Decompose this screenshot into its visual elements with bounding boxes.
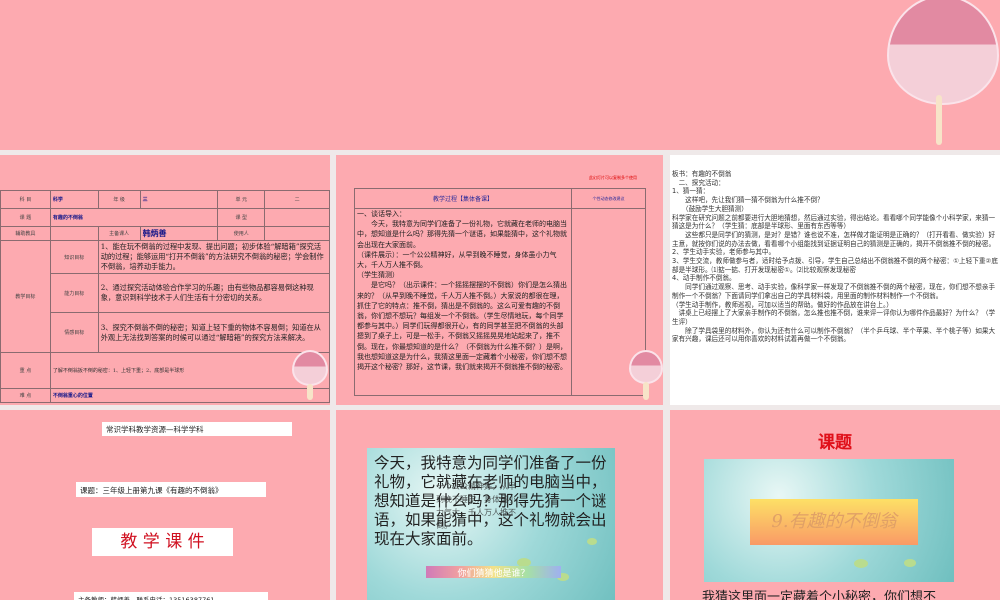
value xyxy=(264,208,330,227)
line: 2、学生动手实验，老师参与其中。 xyxy=(672,248,776,257)
slide-text: 我猜这里面一定藏着个小秘密，你们想不 xyxy=(702,590,937,600)
slide-4-inquiry-activity[interactable]: 板书：有趣的不倒翁 二、探究活动： 1、猜一猜： 这样吧，先让我们猜一猜不倒翁为… xyxy=(670,155,1000,405)
label: 难 点 xyxy=(0,388,51,403)
value xyxy=(264,226,330,241)
paragraph: 是它吗？（出示课件：一个摇摇摆摆的不倒翁）你们是怎么猜出来的？（从早到晚不睡觉，… xyxy=(357,281,567,372)
label: 辅助教具 xyxy=(0,226,51,241)
line: 讲桌上已经摆上了大家亲手制作的不倒翁，怎么推也推不倒，谁来评一评你认为哪件作品最… xyxy=(672,309,996,326)
line: 这些都只是同学们的猜测，是对？是错？谁也说不准，怎样做才能证明是正确的？（打开看… xyxy=(672,230,996,248)
label: 使用人 xyxy=(217,226,266,241)
line: （鼓励学生大胆猜测） xyxy=(672,204,748,213)
line: 板书：有趣的不倒翁 xyxy=(672,170,732,178)
paragraph: （学生猜测） xyxy=(357,271,399,280)
balloon-decoration-icon xyxy=(629,350,663,405)
balloon-decoration-icon xyxy=(885,0,1000,150)
value: 了解不倒翁扳不倒的秘密：1、上轻下重；2、底部是半球形 xyxy=(49,352,330,389)
label: 科 目 xyxy=(0,190,51,209)
header-side: 个性动态修改建议 xyxy=(571,188,646,209)
topic-banner: 9.有趣的不倒翁 xyxy=(750,499,918,545)
label: 主备课人 xyxy=(97,226,141,241)
line: 3、学生交流，教师做参与者，适时给予点拨、引导，学生自己总结出不倒翁推不倒的两个… xyxy=(672,257,998,274)
value: 不倒翁重心的位置 xyxy=(49,388,330,403)
copy-note: 此幻灯片可以复制多个使用 xyxy=(589,175,637,180)
question-banner: 你们猜猜他是谁？ xyxy=(426,566,561,579)
header-main: 教学过程【集体备课】 xyxy=(354,188,572,209)
resource-label: 常识学科教学资源—科学学科 xyxy=(102,422,292,436)
line: 1、猜一猜： xyxy=(672,187,710,196)
line: 科学家在研究问题之前都要进行大胆地猜想，然后通过实验，得出结论。看看哪个同学能像… xyxy=(672,213,996,231)
slide-3-teaching-process[interactable]: 此幻灯片可以复制多个使用 教学过程【集体备课】 个性动态修改建议 一、谈话导入： … xyxy=(336,155,663,405)
slide-6-riddle[interactable]: 今天，我特意为同学们准备了一份礼物，它就藏在老师的电脑当中，想知道是什么吗？那得… xyxy=(336,410,663,600)
label: 年 级 xyxy=(97,190,141,209)
label: 能力目标 xyxy=(49,273,99,313)
label: 教学目标 xyxy=(0,240,51,353)
label: 知识目标 xyxy=(49,240,99,274)
value xyxy=(49,226,99,241)
label: 课 型 xyxy=(217,208,266,227)
process-body: 一、谈话导入： 今天，我特意为同学们准备了一份礼物，它就藏在老师的电脑当中，想知… xyxy=(354,208,572,396)
objective: 1、能在玩不倒翁的过程中发现、提出问题；初步体验“解暗箱”探究活动的过程；能够运… xyxy=(97,240,330,274)
teaching-process-table: 教学过程【集体备课】 个性动态修改建议 一、谈话导入： 今天，我特意为同学们准备了… xyxy=(354,188,646,396)
line: 除了学具袋里的材料外，你认为还有什么可以制作不倒翁？（半个乒乓球、半个苹果、半个… xyxy=(672,326,996,344)
slide-5-cover[interactable]: 常识学科教学资源—科学学科 课题：三年级上册第九课《有趣的不倒翁》 教 学 课 … xyxy=(0,410,330,600)
line: 4、动手制作不倒翁。 xyxy=(672,274,736,283)
slide-2-lesson-plan-table[interactable]: 科 目科学年 级三单 元二 课 题有趣的不倒翁课 型 辅助教具 主备课人 韩炳善 使用… xyxy=(0,155,330,405)
paragraph: （课件展示）：一个公公精神好，从早到晚不睡觉，身体虽小力气大，千人万人推不倒。 xyxy=(357,250,557,270)
paragraph: 今天，我特意为同学们准备了一份礼物，它就藏在老师的电脑当中，想知道是什么吗？那得… xyxy=(357,220,567,249)
lesson-plan-table: 科 目科学年 级三单 元二 课 题有趣的不倒翁课 型 辅助教具 主备课人 韩炳善 使用… xyxy=(0,190,330,403)
label: 情感目标 xyxy=(49,312,99,353)
value: 韩炳善 xyxy=(139,226,219,241)
activity-text: 板书：有趣的不倒翁 二、探究活动： 1、猜一猜： 这样吧，先让我们猜一猜不倒翁为… xyxy=(672,170,998,344)
objective: 2、通过探究活动体验合作学习的乐趣；由有些物品都容易倒这种现象，意识到科学技术于… xyxy=(97,273,330,313)
label: 重 点 xyxy=(0,352,51,389)
value: 有趣的不倒翁 xyxy=(49,208,219,227)
line: 这样吧，先让我们猜一猜不倒翁为什么推不倒？ xyxy=(672,196,824,205)
value: 科学 xyxy=(49,190,99,209)
courseware-title: 教 学 课 件 xyxy=(92,528,233,556)
balloon-decoration-icon xyxy=(292,350,328,405)
value: 三 xyxy=(139,190,219,209)
label: 课 题 xyxy=(0,208,51,227)
paragraph: 一、谈话导入： xyxy=(357,210,406,218)
lesson-label: 课题：三年级上册第九课《有趣的不倒翁》 xyxy=(76,482,266,497)
line: （学生动手制作，教师巡视，可加以适当的帮助。做好的作品放在讲台上。） xyxy=(672,300,893,309)
objective: 3、探究不倒翁不倒的秘密；知道上轻下重的物体不容易倒；知道在从外观上无法找到答案… xyxy=(97,312,330,353)
teacher-info: 主备教师：韩炳善 联系电话：13516387761 xyxy=(74,592,268,600)
label: 单 元 xyxy=(217,190,266,209)
slide-1-thumbnail[interactable] xyxy=(0,0,1000,150)
value: 二 xyxy=(264,190,330,209)
line: 二、探究活动： xyxy=(672,178,725,187)
topic-title: 课题 xyxy=(818,433,852,453)
riddle-text: 一个公公精神好，从早到晚不睡觉，身体虽小力气大，千人万人推不倒。 xyxy=(436,482,516,530)
line: 同学们通过观察、思考、动手实验，像科学家一样发现了不倒翁推不倒的两个秘密，现在，… xyxy=(672,283,996,300)
slide-7-topic[interactable]: 课题 9.有趣的不倒翁 我猜这里面一定藏着个小秘密，你们想不 xyxy=(670,410,1000,600)
